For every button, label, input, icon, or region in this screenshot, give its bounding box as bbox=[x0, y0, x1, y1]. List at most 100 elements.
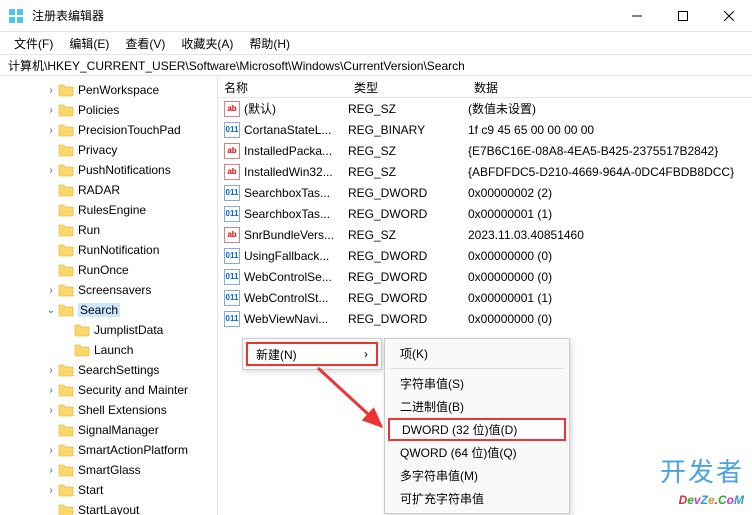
window-title: 注册表编辑器 bbox=[32, 7, 614, 24]
folder-icon bbox=[74, 343, 90, 357]
folder-icon bbox=[58, 423, 74, 437]
minimize-button[interactable] bbox=[614, 0, 660, 31]
context-menu-new[interactable]: 新建(N) › bbox=[246, 342, 378, 366]
chevron-right-icon[interactable]: › bbox=[44, 385, 58, 396]
tree-item-label: PushNotifications bbox=[78, 163, 171, 177]
menu-favorites[interactable]: 收藏夹(A) bbox=[173, 32, 241, 55]
tree-item[interactable]: ›SearchSettings bbox=[0, 360, 217, 380]
tree-item[interactable]: ›Launch bbox=[0, 340, 217, 360]
tree-item-label: SmartActionPlatform bbox=[78, 443, 188, 457]
tree-item[interactable]: ›RunOnce bbox=[0, 260, 217, 280]
value-name: InstalledWin32... bbox=[244, 165, 348, 179]
tree-item[interactable]: ›Shell Extensions bbox=[0, 400, 217, 420]
value-type: REG_SZ bbox=[348, 228, 468, 242]
submenu-dword[interactable]: DWORD (32 位)值(D) bbox=[388, 418, 566, 441]
list-row[interactable]: 011WebViewNavi...REG_DWORD0x00000000 (0) bbox=[218, 308, 752, 329]
tree-item-label: Launch bbox=[94, 343, 133, 357]
tree-item-label: RunNotification bbox=[78, 243, 159, 257]
list-row[interactable]: 011UsingFallback...REG_DWORD0x00000000 (… bbox=[218, 245, 752, 266]
list-row[interactable]: 011CortanaStateL...REG_BINARY1f c9 45 65… bbox=[218, 119, 752, 140]
list-row[interactable]: 011SearchboxTas...REG_DWORD0x00000002 (2… bbox=[218, 182, 752, 203]
chevron-right-icon[interactable]: › bbox=[44, 165, 58, 176]
tree-item[interactable]: ›Privacy bbox=[0, 140, 217, 160]
tree-item[interactable]: ›RADAR bbox=[0, 180, 217, 200]
tree-item[interactable]: ›Run bbox=[0, 220, 217, 240]
maximize-button[interactable] bbox=[660, 0, 706, 31]
submenu-key[interactable]: 项(K) bbox=[388, 342, 566, 365]
tree-item-label: RADAR bbox=[78, 183, 120, 197]
tree-item[interactable]: ⌄Search bbox=[0, 300, 217, 320]
tree-item[interactable]: ›Screensavers bbox=[0, 280, 217, 300]
folder-icon bbox=[58, 83, 74, 97]
column-data-header[interactable]: 数据 bbox=[468, 76, 752, 97]
list-row[interactable]: abSnrBundleVers...REG_SZ2023.11.03.40851… bbox=[218, 224, 752, 245]
chevron-right-icon[interactable]: › bbox=[44, 105, 58, 116]
chevron-right-icon[interactable]: › bbox=[44, 85, 58, 96]
address-bar[interactable]: 计算机\HKEY_CURRENT_USER\Software\Microsoft… bbox=[0, 54, 752, 76]
chevron-right-icon[interactable]: › bbox=[44, 365, 58, 376]
folder-icon bbox=[58, 443, 74, 457]
tree-item[interactable]: ›RulesEngine bbox=[0, 200, 217, 220]
tree-item-label: Start bbox=[78, 483, 103, 497]
tree-item[interactable]: ›Policies bbox=[0, 100, 217, 120]
menu-view[interactable]: 查看(V) bbox=[117, 32, 173, 55]
list-row[interactable]: 011WebControlSt...REG_DWORD0x00000001 (1… bbox=[218, 287, 752, 308]
tree-item-label: Privacy bbox=[78, 143, 117, 157]
chevron-right-icon[interactable]: › bbox=[44, 445, 58, 456]
string-value-icon: ab bbox=[224, 101, 240, 117]
column-name-header[interactable]: 名称 bbox=[218, 76, 348, 97]
tree-item[interactable]: › PushNotifications bbox=[0, 160, 217, 180]
value-type: REG_DWORD bbox=[348, 186, 468, 200]
tree-item[interactable]: ›StartLayout bbox=[0, 500, 217, 515]
submenu-expandstring[interactable]: 可扩充字符串值 bbox=[388, 487, 566, 510]
menu-edit[interactable]: 编辑(E) bbox=[61, 32, 117, 55]
list-header: 名称 类型 数据 bbox=[218, 76, 752, 98]
chevron-right-icon[interactable]: › bbox=[44, 125, 58, 136]
folder-icon bbox=[58, 163, 74, 177]
list-row[interactable]: abInstalledPacka...REG_SZ{E7B6C16E-08A8-… bbox=[218, 140, 752, 161]
chevron-right-icon[interactable]: › bbox=[44, 405, 58, 416]
tree-item[interactable]: ›PenWorkspace bbox=[0, 80, 217, 100]
list-row[interactable]: ab(默认)REG_SZ(数值未设置) bbox=[218, 98, 752, 119]
submenu-qword[interactable]: QWORD (64 位)值(Q) bbox=[388, 441, 566, 464]
tree-item[interactable]: ›Security and Mainter bbox=[0, 380, 217, 400]
chevron-right-icon[interactable]: › bbox=[44, 465, 58, 476]
watermark-line2: DevZe.CoM bbox=[660, 487, 744, 509]
tree-item[interactable]: ›SmartGlass bbox=[0, 460, 217, 480]
close-button[interactable] bbox=[706, 0, 752, 31]
tree-item[interactable]: ›JumplistData bbox=[0, 320, 217, 340]
tree-item[interactable]: ›SignalManager bbox=[0, 420, 217, 440]
list-row[interactable]: abInstalledWin32...REG_SZ{ABFDFDC5-D210-… bbox=[218, 161, 752, 182]
list-row[interactable]: 011WebControlSe...REG_DWORD0x00000000 (0… bbox=[218, 266, 752, 287]
tree-item-label: Run bbox=[78, 223, 100, 237]
title-bar: 注册表编辑器 bbox=[0, 0, 752, 32]
folder-icon bbox=[58, 503, 74, 515]
folder-icon bbox=[58, 183, 74, 197]
folder-icon bbox=[58, 283, 74, 297]
menu-help[interactable]: 帮助(H) bbox=[241, 32, 298, 55]
column-type-header[interactable]: 类型 bbox=[348, 76, 468, 97]
value-data: 0x00000000 (0) bbox=[468, 312, 752, 326]
submenu-string[interactable]: 字符串值(S) bbox=[388, 372, 566, 395]
submenu-multistring[interactable]: 多字符串值(M) bbox=[388, 464, 566, 487]
menu-file[interactable]: 文件(F) bbox=[6, 32, 61, 55]
submenu-binary[interactable]: 二进制值(B) bbox=[388, 395, 566, 418]
window-controls bbox=[614, 0, 752, 31]
chevron-right-icon[interactable]: › bbox=[44, 485, 58, 496]
value-type: REG_DWORD bbox=[348, 312, 468, 326]
value-name: CortanaStateL... bbox=[244, 123, 348, 137]
tree-item[interactable]: ›PrecisionTouchPad bbox=[0, 120, 217, 140]
list-body[interactable]: ab(默认)REG_SZ(数值未设置)011CortanaStateL...RE… bbox=[218, 98, 752, 329]
chevron-down-icon[interactable]: ⌄ bbox=[44, 305, 58, 316]
list-row[interactable]: 011SearchboxTas...REG_DWORD0x00000001 (1… bbox=[218, 203, 752, 224]
content-area: ›PenWorkspace›Policies›PrecisionTouchPad… bbox=[0, 76, 752, 515]
tree-item[interactable]: › Start bbox=[0, 480, 217, 500]
folder-icon bbox=[58, 203, 74, 217]
menu-bar: 文件(F) 编辑(E) 查看(V) 收藏夹(A) 帮助(H) bbox=[0, 32, 752, 54]
tree-item[interactable]: › SmartActionPlatform bbox=[0, 440, 217, 460]
value-name: InstalledPacka... bbox=[244, 144, 348, 158]
chevron-right-icon[interactable]: › bbox=[44, 285, 58, 296]
registry-tree[interactable]: ›PenWorkspace›Policies›PrecisionTouchPad… bbox=[0, 76, 218, 515]
tree-item[interactable]: ›RunNotification bbox=[0, 240, 217, 260]
submenu-arrow-icon: › bbox=[364, 347, 368, 361]
